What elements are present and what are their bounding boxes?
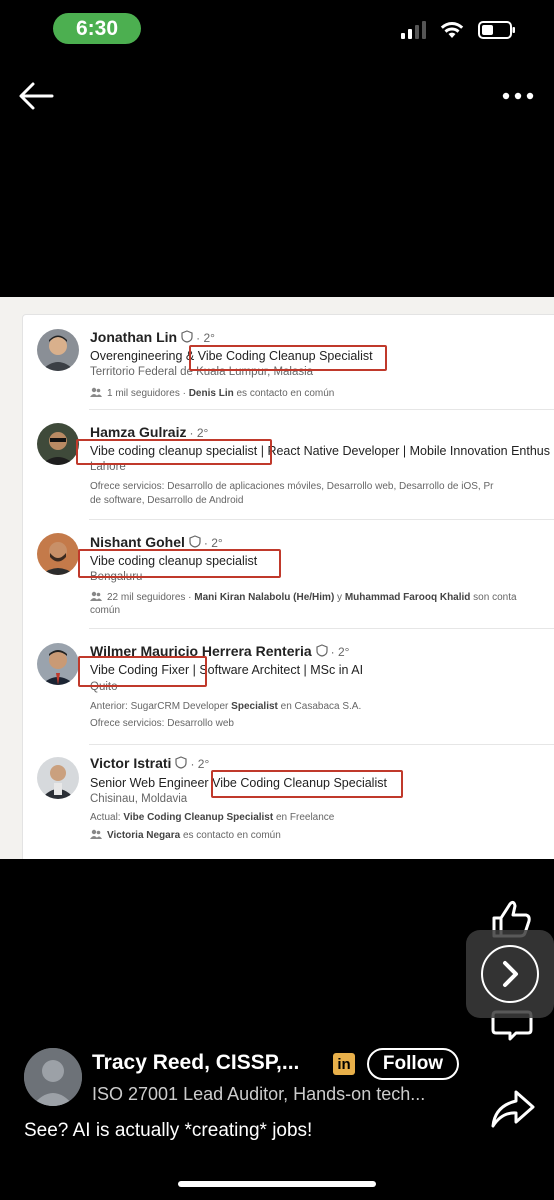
post-caption[interactable]: See? AI is actually *creating* jobs! bbox=[24, 1120, 312, 1142]
wifi-icon bbox=[440, 22, 464, 38]
author-name[interactable]: Tracy Reed, CISSP,... bbox=[92, 1051, 299, 1075]
highlight-box bbox=[211, 770, 403, 798]
avatar bbox=[37, 423, 79, 465]
profile-past-role: Anterior: SugarCRM Developer Specialist … bbox=[90, 701, 362, 712]
highlight-box bbox=[76, 439, 272, 465]
profile-name[interactable]: Victor Istrati · 2° bbox=[90, 755, 209, 771]
search-results-card: Jonathan Lin · 2° Overengineering & Vibe … bbox=[22, 314, 554, 859]
people-icon bbox=[90, 591, 102, 601]
status-time: 6:30 bbox=[53, 13, 141, 44]
profile-location: Chisinau, Moldavia bbox=[90, 793, 188, 805]
divider bbox=[89, 628, 554, 629]
linkedin-icon: in bbox=[333, 1053, 355, 1075]
profile-services: Ofrece servicios: Desarrollo de aplicaci… bbox=[90, 481, 494, 492]
avatar bbox=[37, 643, 79, 685]
verified-badge-icon bbox=[181, 330, 193, 343]
author-headline: ISO 27001 Lead Auditor, Hands-on tech... bbox=[92, 1084, 426, 1104]
divider bbox=[89, 519, 554, 520]
avatar bbox=[37, 329, 79, 371]
profile-meta: 22 mil seguidores · Mani Kiran Nalabolu … bbox=[90, 591, 517, 603]
divider bbox=[89, 409, 554, 410]
highlight-box bbox=[189, 345, 387, 371]
author-avatar[interactable] bbox=[24, 1048, 82, 1106]
verified-badge-icon bbox=[189, 535, 201, 548]
next-icon bbox=[481, 945, 539, 1003]
more-options-icon[interactable] bbox=[498, 84, 538, 108]
home-indicator bbox=[178, 1181, 376, 1187]
post-image[interactable]: Jonathan Lin · 2° Overengineering & Vibe … bbox=[0, 297, 554, 859]
verified-badge-icon bbox=[175, 756, 188, 769]
divider bbox=[89, 744, 554, 745]
profile-meta: Victoria Negara es contacto en común bbox=[90, 829, 281, 841]
highlight-box bbox=[78, 656, 207, 687]
profile-services: Ofrece servicios: Desarrollo web bbox=[90, 718, 234, 729]
signal-icon bbox=[401, 21, 426, 39]
profile-meta: 1 mil seguidores · Denis Lin es contacto… bbox=[90, 387, 334, 399]
people-icon bbox=[90, 387, 102, 397]
people-icon bbox=[90, 829, 102, 839]
avatar bbox=[37, 757, 79, 799]
highlight-box bbox=[78, 549, 281, 578]
battery-icon bbox=[478, 21, 515, 39]
profile-name[interactable]: Nishant Gohel · 2° bbox=[90, 534, 223, 550]
profile-services: de software, Desarrollo de Android bbox=[90, 495, 244, 506]
follow-button[interactable]: Follow bbox=[367, 1048, 459, 1080]
profile-name[interactable]: Jonathan Lin · 2° bbox=[90, 329, 215, 345]
next-button[interactable] bbox=[466, 930, 554, 1018]
back-arrow-icon[interactable] bbox=[16, 78, 56, 114]
share-icon[interactable] bbox=[490, 1088, 536, 1130]
profile-name[interactable]: Hamza Gulraiz · 2° bbox=[90, 424, 208, 440]
profile-meta: común bbox=[90, 605, 121, 616]
status-icons bbox=[401, 20, 516, 40]
avatar bbox=[37, 533, 79, 575]
verified-badge-icon bbox=[316, 644, 328, 657]
profile-current-role: Actual: Vibe Coding Cleanup Specialist e… bbox=[90, 812, 335, 823]
